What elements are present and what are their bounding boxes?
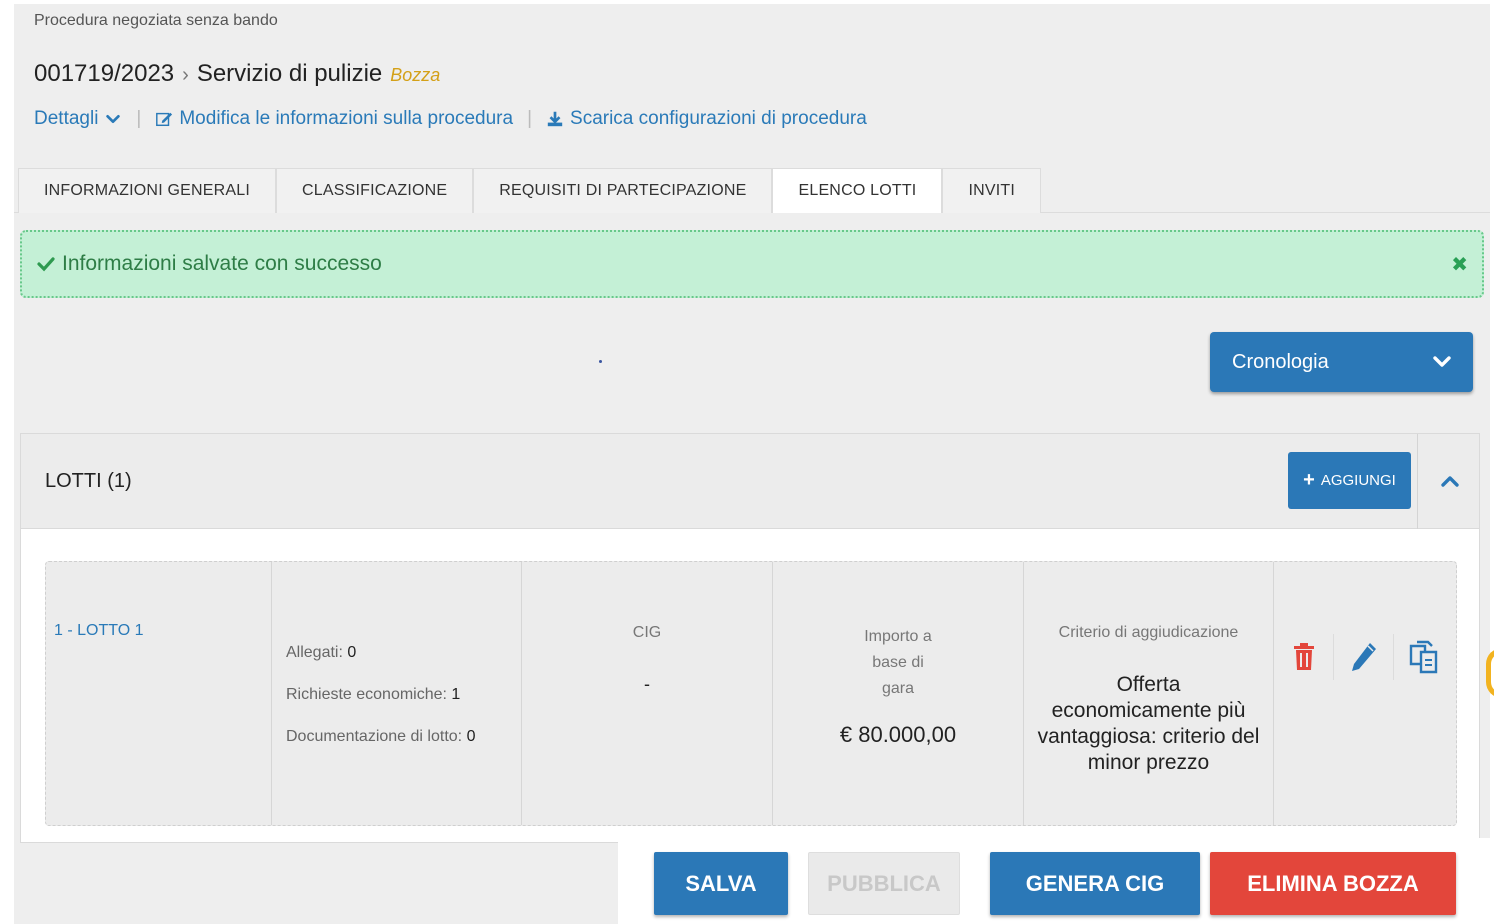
link-separator: | <box>136 108 142 129</box>
richieste-value: 1 <box>451 686 461 703</box>
copy-icon <box>1409 640 1438 674</box>
documentazione-label: Documentazione di lotto: <box>286 728 463 745</box>
cig-value: - <box>644 674 650 694</box>
tab-bar: INFORMAZIONI GENERALI CLASSIFICAZIONE RE… <box>18 168 1041 213</box>
documentazione-value: 0 <box>466 728 476 745</box>
procedure-title: Servizio di pulizie <box>196 60 383 87</box>
alert-message: Informazioni salvate con successo <box>36 252 382 276</box>
details-label: Dettagli <box>34 108 99 129</box>
success-alert: Informazioni salvate con successo ✖ <box>20 230 1484 298</box>
plus-icon: + <box>1303 469 1315 491</box>
importo-value: € 80.000,00 <box>839 722 957 747</box>
importo-label-line: base di <box>872 654 924 671</box>
allegati-row: Allegati: 0 <box>286 632 475 674</box>
check-icon <box>37 257 55 272</box>
footer-actions: SALVA PUBBLICA GENERA CIG ELIMINA BOZZA <box>618 838 1490 924</box>
lotti-panel: LOTTI (1) + AGGIUNGI 1 - LOTTO 1 Allegat… <box>20 433 1480 843</box>
details-toggle[interactable]: Dettagli <box>34 108 122 130</box>
loading-dot <box>599 360 602 363</box>
lotto-name-cell: 1 - LOTTO 1 <box>46 562 272 825</box>
download-config-link[interactable]: Scarica configurazioni di procedura <box>546 108 867 130</box>
header-divider <box>1417 434 1418 529</box>
pencil-icon <box>1351 643 1376 671</box>
tab-requisiti[interactable]: REQUISITI DI PARTECIPAZIONE <box>473 168 773 213</box>
header-actions: Dettagli | Modifica le informazioni sull… <box>34 108 867 130</box>
lotti-panel-header: LOTTI (1) + AGGIUNGI <box>21 434 1479 529</box>
close-alert-icon[interactable]: ✖ <box>1451 252 1468 277</box>
criterio-value: Offerta economicamente più vantaggiosa: … <box>1037 673 1260 774</box>
edit-procedure-link[interactable]: Modifica le informazioni sulla procedura <box>155 108 513 130</box>
tab-classificazione[interactable]: CLASSIFICAZIONE <box>276 168 474 213</box>
lotto-link[interactable]: 1 - LOTTO 1 <box>54 622 144 640</box>
importo-cell: Importo a base di gara € 80.000,00 <box>773 562 1024 825</box>
page-title: 001719/2023 › Servizio di pulizie Bozza <box>34 60 440 88</box>
status-badge: Bozza <box>390 65 441 85</box>
importo-label-line: gara <box>881 680 915 697</box>
chevron-down-icon <box>1433 356 1451 367</box>
breadcrumb-separator: › <box>182 64 189 86</box>
delete-lotto-button[interactable] <box>1274 634 1334 680</box>
edit-lotto-button[interactable] <box>1334 634 1394 680</box>
generate-cig-button[interactable]: GENERA CIG <box>990 852 1200 915</box>
tab-inviti[interactable]: INVITI <box>942 168 1041 213</box>
duplicate-lotto-button[interactable] <box>1394 634 1454 680</box>
richieste-label: Richieste economiche: <box>286 686 447 703</box>
allegati-label: Allegati: <box>286 644 343 661</box>
procedure-code: 001719/2023 <box>34 60 175 87</box>
actions-cell <box>1274 562 1456 825</box>
trash-icon <box>1293 643 1314 670</box>
tab-elenco-lotti[interactable]: ELENCO LOTTI <box>772 168 943 213</box>
edit-icon <box>156 112 173 127</box>
save-button[interactable]: SALVA <box>654 852 788 915</box>
chevron-down-icon <box>106 114 121 124</box>
richieste-row: Richieste economiche: 1 <box>286 674 475 716</box>
criterio-label: Criterio di aggiudicazione <box>1058 624 1239 641</box>
importo-label-line: Importo a <box>864 628 932 645</box>
publish-button[interactable]: PUBBLICA <box>808 852 960 915</box>
lotto-actions <box>1274 634 1456 680</box>
criterio-cell: Criterio di aggiudicazione Offerta econo… <box>1024 562 1274 825</box>
alert-text: Informazioni salvate con successo <box>62 252 382 275</box>
download-config-label: Scarica configurazioni di procedura <box>570 108 867 129</box>
lotti-title: LOTTI (1) <box>45 469 132 492</box>
procedure-type: Procedura negoziata senza bando <box>34 12 278 29</box>
delete-draft-button[interactable]: ELIMINA BOZZA <box>1210 852 1456 915</box>
edit-procedure-label: Modifica le informazioni sulla procedura <box>179 108 514 129</box>
add-lotto-button[interactable]: + AGGIUNGI <box>1288 452 1411 509</box>
lotto-meta-cell: Allegati: 0 Richieste economiche: 1 Docu… <box>272 562 522 825</box>
tab-informazioni-generali[interactable]: INFORMAZIONI GENERALI <box>18 168 276 213</box>
cronologia-label: Cronologia <box>1232 350 1329 373</box>
cig-cell: CIG - <box>522 562 773 825</box>
lotto-card: 1 - LOTTO 1 Allegati: 0 Richieste econom… <box>45 561 1457 826</box>
cronologia-dropdown[interactable]: Cronologia <box>1210 332 1473 392</box>
link-separator: | <box>527 108 533 129</box>
documentazione-row: Documentazione di lotto: 0 <box>286 716 475 758</box>
lotto-meta: Allegati: 0 Richieste economiche: 1 Docu… <box>286 632 475 758</box>
chevron-up-icon[interactable] <box>1439 472 1461 490</box>
add-lotto-label: AGGIUNGI <box>1320 472 1396 489</box>
allegati-value: 0 <box>347 644 357 661</box>
cig-label: CIG <box>632 624 662 641</box>
importo-label: Importo a base di gara <box>773 624 1023 702</box>
download-icon <box>547 111 563 127</box>
procedure-page: Procedura negoziata senza bando 001719/2… <box>14 4 1490 924</box>
